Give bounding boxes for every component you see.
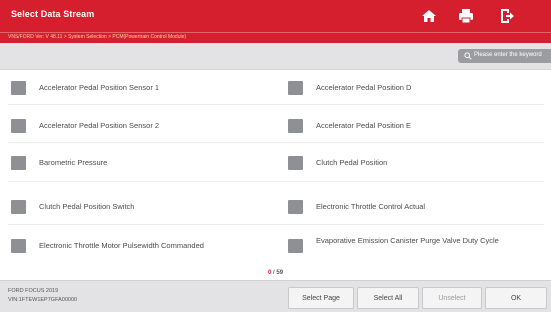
page-indicator: 0 / 59 [268, 270, 283, 276]
vehicle-vin: VIN:1FTEW1EP7GFA00000 [8, 297, 78, 303]
item-label: Accelerator Pedal Position D [316, 83, 412, 92]
list-item[interactable]: Electronic Throttle Control Actual [288, 195, 543, 219]
checkbox[interactable] [288, 119, 303, 133]
search-icon [464, 52, 472, 60]
breadcrumb: VNS/FORD Ver: V 48.11 > System Selection… [0, 32, 551, 43]
vehicle-model: FORD FOCUS 2019 [8, 288, 59, 294]
checkbox[interactable] [11, 239, 26, 253]
data-stream-list: Accelerator Pedal Position Sensor 1 Acce… [0, 71, 551, 288]
checkbox[interactable] [288, 239, 303, 253]
pager-separator: / [273, 270, 275, 276]
list-item[interactable]: Clutch Pedal Position [288, 151, 543, 175]
checkbox[interactable] [288, 200, 303, 214]
list-item[interactable]: Accelerator Pedal Position D [288, 76, 543, 100]
checkbox[interactable] [288, 156, 303, 170]
item-label: Evaporative Emission Canister Purge Valv… [316, 236, 499, 245]
exit-icon[interactable] [495, 5, 517, 27]
print-icon[interactable] [455, 5, 477, 27]
checkbox[interactable] [288, 81, 303, 95]
list-item[interactable]: Evaporative Emission Canister Purge Valv… [288, 234, 546, 258]
total-count: 59 [276, 270, 284, 276]
checkbox[interactable] [11, 81, 26, 95]
select-all-button[interactable]: Select All [357, 287, 419, 309]
search-button[interactable]: Please enter the keyword [458, 49, 551, 63]
select-page-button[interactable]: Select Page [288, 287, 354, 309]
row-divider [8, 224, 544, 225]
list-item[interactable]: Barometric Pressure [11, 151, 261, 175]
item-label: Accelerator Pedal Position Sensor 2 [39, 121, 160, 130]
item-label: Accelerator Pedal Position E [316, 121, 412, 130]
toolbar: Please enter the keyword [0, 43, 551, 70]
checkbox[interactable] [11, 200, 26, 214]
item-label: Accelerator Pedal Position Sensor 1 [39, 83, 160, 92]
ok-button[interactable]: OK [485, 287, 547, 309]
title-bar: Select Data Stream [0, 0, 551, 32]
row-divider [8, 104, 544, 105]
footer-bar: FORD FOCUS 2019 VIN:1FTEW1EP7GFA00000 Se… [0, 280, 551, 312]
home-icon[interactable] [418, 5, 440, 27]
list-item[interactable]: Accelerator Pedal Position E [288, 114, 543, 138]
item-label: Clutch Pedal Position [316, 158, 388, 167]
list-item[interactable]: Accelerator Pedal Position Sensor 1 [11, 76, 261, 100]
row-divider [8, 142, 544, 143]
search-label: Please enter the keyword [474, 52, 542, 58]
unselect-button[interactable]: Unselect [422, 287, 482, 309]
item-label: Electronic Throttle Control Actual [316, 202, 426, 211]
row-divider [8, 181, 544, 182]
list-item[interactable]: Clutch Pedal Position Switch [11, 195, 261, 219]
list-item[interactable]: Accelerator Pedal Position Sensor 2 [11, 114, 261, 138]
breadcrumb-text: VNS/FORD Ver: V 48.11 > System Selection… [8, 34, 187, 40]
checkbox[interactable] [11, 156, 26, 170]
item-label: Electronic Throttle Motor Pulsewidth Com… [39, 241, 204, 250]
vehicle-info: FORD FOCUS 2019 VIN:1FTEW1EP7GFA00000 [8, 287, 77, 305]
selected-count: 0 [268, 270, 272, 276]
list-item[interactable]: Electronic Throttle Motor Pulsewidth Com… [11, 234, 276, 258]
page-title: Select Data Stream [11, 9, 95, 19]
item-label: Clutch Pedal Position Switch [39, 202, 135, 211]
item-label: Barometric Pressure [39, 158, 108, 167]
checkbox[interactable] [11, 119, 26, 133]
